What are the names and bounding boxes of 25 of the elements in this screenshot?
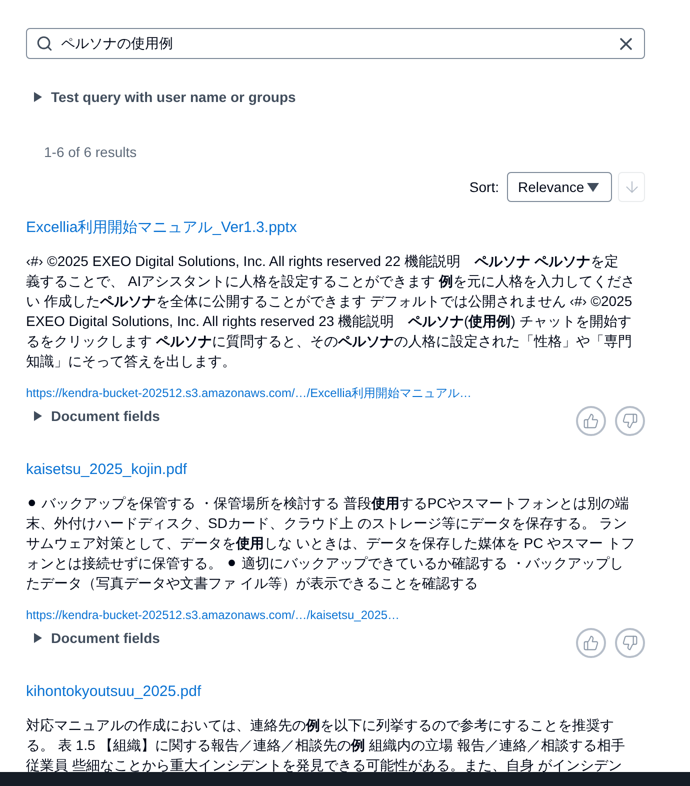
results-count: 1-6 of 6 results	[44, 143, 137, 162]
thumbs-up-button[interactable]	[576, 406, 606, 436]
thumbs-up-icon	[583, 635, 599, 651]
result-title-link[interactable]: kihontokyoutsuu_2025.pdf	[26, 682, 202, 702]
test-query-toggle[interactable]: Test query with user name or groups	[26, 87, 296, 107]
thumbs-up-button[interactable]	[576, 628, 606, 658]
result-title-link[interactable]: kaisetsu_2025_kojin.pdf	[26, 460, 187, 480]
document-fields-toggle[interactable]: Document fields	[26, 628, 160, 648]
result-snippet: ⚫ バックアップを保管する ・保管場所を検討する 普段使用するPCやスマートフォンとは別の端 末、外付けハードディスク、SDカード、クラウド上 のストレージ等にデータを保存する。 ラン サムウェア対策として、データを使用しな いときは、データを保存した媒体を PC やスマー トフ ォンとは接続せずに保管する。 ⚫ 適切にバックアップできているか確認する ・バックアップし たデータ（写真データや文書ファ イル等）が表示できることを確認する	[26, 494, 636, 593]
document-fields-toggle[interactable]: Document fields	[26, 406, 160, 426]
search-icon	[36, 35, 53, 52]
result-url-link[interactable]: https://kendra-bucket-202512.s3.amazonaws.com/…/kaisetsu_2025…	[26, 607, 400, 623]
result-title-link[interactable]: Excellia利用開始マニュアル_Ver1.3.pptx	[26, 218, 297, 238]
result-snippet: ‹#› ©2025 EXEO Digital Solutions, Inc. All rights reserved 22 機能説明 ペルソナ ペルソナを定 義することで、 AIアシスタントに人格を設定することができます 例を元に人格を入力してくださ い 作成したペルソナを全体に公開することができます デフォルトでは公開されません ‹#› ©2025 EXEO Digital Solutions, Inc. All rights reserved 23 機能説明 ペルソナ(使用例) チャットを開始す るをクリックします ペルソナに質問すると、そのペルソナの人格に設定された「性格」や「専門 知識」にそって答えを出します。	[26, 252, 636, 371]
thumbs-down-icon	[622, 413, 638, 429]
sort-label: Sort:	[469, 179, 499, 195]
thumbs-down-button[interactable]	[615, 406, 645, 436]
search-field[interactable]: ペルソナの使用例	[26, 28, 645, 59]
thumbs-down-button[interactable]	[615, 628, 645, 658]
thumbs-up-icon	[583, 413, 599, 429]
result-url-link[interactable]: https://kendra-bucket-202512.s3.amazonaws.com/…/Excellia利用開始マニュアル…	[26, 385, 472, 401]
thumbs-down-icon	[622, 635, 638, 651]
sort-select[interactable]: Relevance	[507, 172, 612, 202]
search-input[interactable]: ペルソナの使用例	[61, 34, 608, 54]
caret-down-icon	[587, 182, 599, 192]
